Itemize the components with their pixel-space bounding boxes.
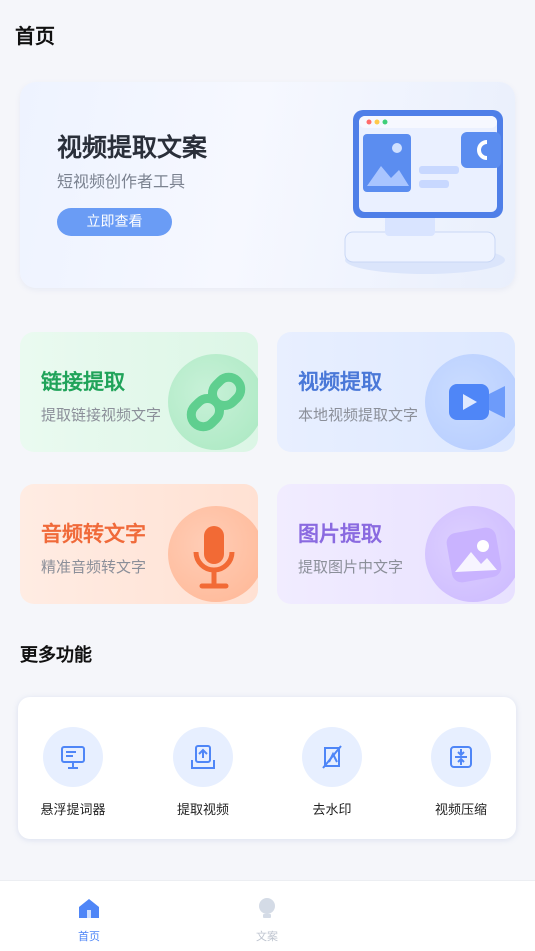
more-features-panel: 悬浮提词器 提取视频 去水印 视频压缩 (18, 697, 516, 839)
image-icon (425, 506, 515, 602)
upload-icon (173, 727, 233, 787)
tool-label: 视频压缩 (434, 803, 487, 818)
card-title: 音频转文字 (41, 522, 146, 546)
microphone-icon (168, 506, 258, 602)
tool-label: 提取视频 (176, 803, 229, 818)
card-subtitle: 精准音频转文字 (41, 558, 147, 576)
tool-teleprompter[interactable]: 悬浮提词器 (18, 727, 128, 818)
more-features-title: 更多功能 (20, 645, 92, 666)
tool-label: 悬浮提词器 (40, 803, 106, 818)
audio-to-text-card[interactable]: 音频转文字 精准音频转文字 (20, 484, 258, 604)
card-title: 图片提取 (298, 522, 382, 546)
header: 首页 (0, 0, 535, 66)
tool-extract-video[interactable]: 提取视频 (148, 727, 258, 818)
home-icon (79, 899, 99, 918)
compress-icon (431, 727, 491, 787)
card-title: 视频提取 (298, 370, 382, 394)
card-subtitle: 提取图片中文字 (298, 558, 404, 576)
page-title: 首页 (15, 24, 55, 48)
tool-label: 去水印 (312, 803, 352, 818)
video-camera-icon (425, 354, 515, 450)
view-now-button[interactable]: 立即查看 (57, 208, 172, 236)
banner[interactable]: 视频提取文案 短视频创作者工具 立即查看 (20, 82, 515, 288)
card-subtitle: 提取链接视频文字 (41, 406, 162, 424)
no-watermark-icon (302, 727, 362, 787)
image-extract-card[interactable]: 图片提取 提取图片中文字 (277, 484, 515, 604)
link-icon (168, 354, 258, 450)
banner-title: 视频提取文案 (57, 133, 208, 162)
tab-label: 首页 (78, 930, 100, 943)
banner-subtitle: 短视频创作者工具 (57, 172, 186, 191)
tool-compress-video[interactable]: 视频压缩 (406, 727, 516, 818)
video-extract-card[interactable]: 视频提取 本地视频提取文字 (277, 332, 515, 452)
bulb-icon (259, 898, 275, 918)
card-title: 链接提取 (41, 370, 125, 394)
teleprompter-icon (43, 727, 103, 787)
tab-home[interactable]: 首页 (59, 895, 119, 944)
tool-remove-watermark[interactable]: 去水印 (277, 727, 387, 818)
link-extract-card[interactable]: 链接提取 提取链接视频文字 (20, 332, 258, 452)
tab-copy[interactable]: 文案 (237, 895, 297, 944)
tab-bar: 首页 文案 (0, 880, 535, 951)
card-subtitle: 本地视频提取文字 (298, 406, 419, 424)
computer-illustration-icon (344, 110, 505, 274)
tab-label: 文案 (256, 930, 278, 943)
